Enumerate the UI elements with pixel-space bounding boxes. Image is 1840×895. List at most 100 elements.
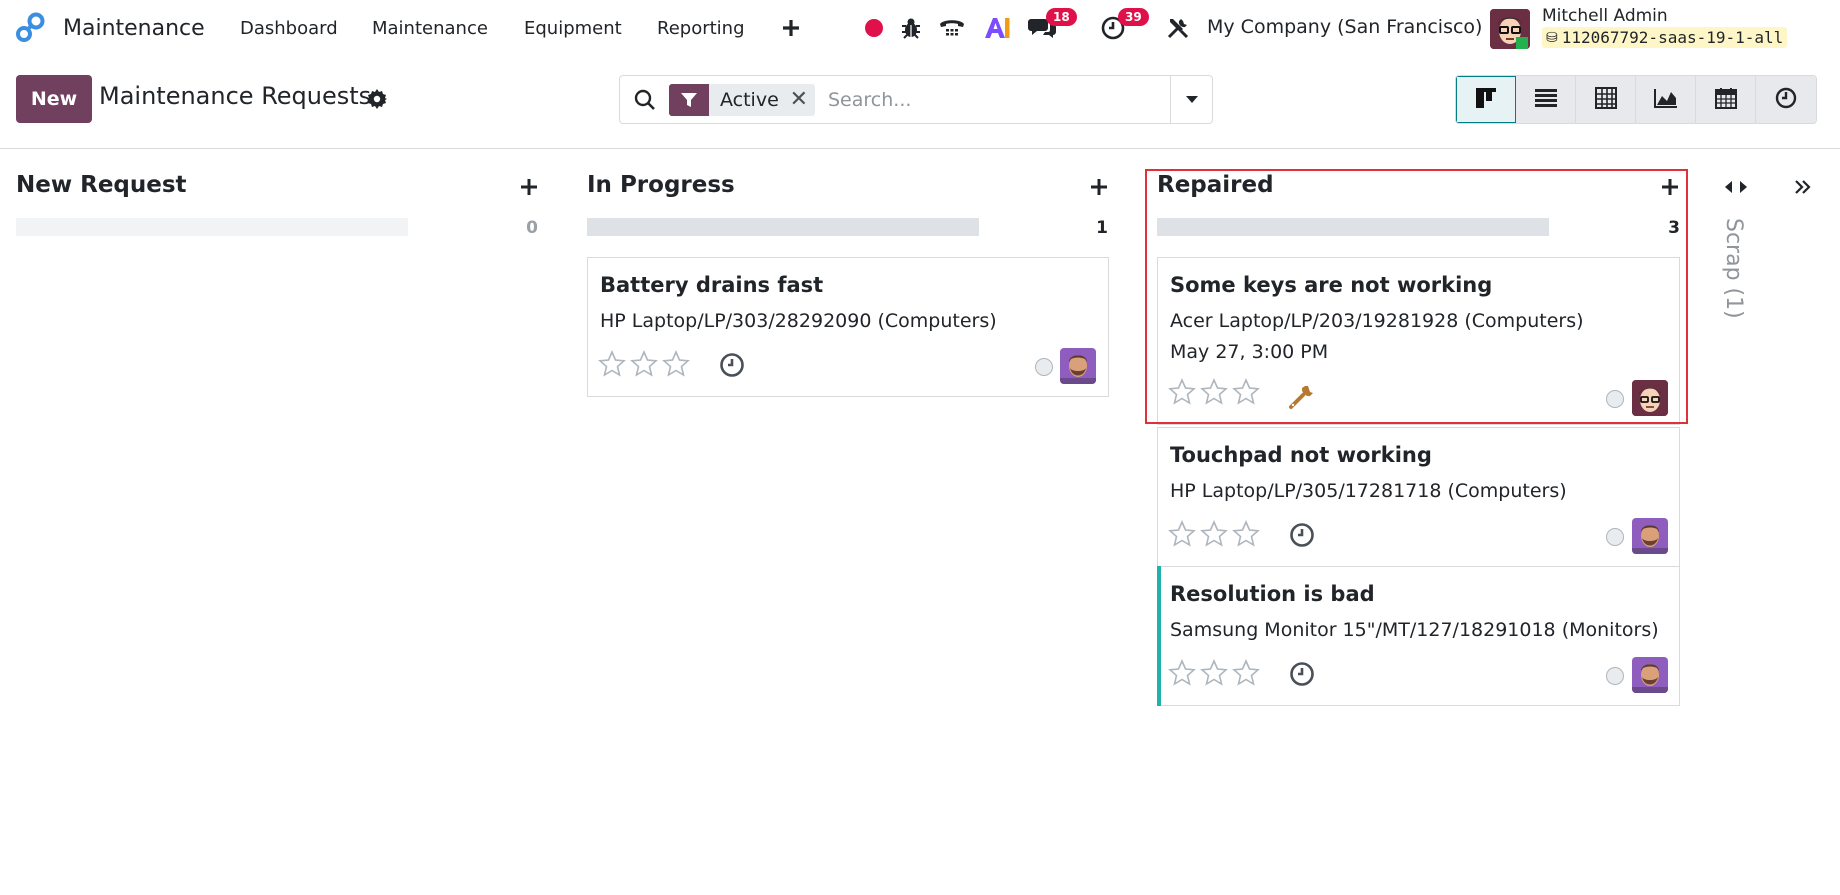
star-icon[interactable] <box>1168 659 1196 687</box>
card-equipment: HP Laptop/LP/303/28292090 (Computers) <box>600 310 997 332</box>
star-icon[interactable] <box>1168 378 1196 406</box>
kanban-card[interactable]: Battery drains fast HP Laptop/LP/303/282… <box>587 257 1109 397</box>
graph-icon <box>1653 88 1678 112</box>
search-input[interactable] <box>828 86 1178 114</box>
card-equipment: Samsung Monitor 15"/MT/127/18291018 (Mon… <box>1170 619 1659 641</box>
star-icon[interactable] <box>1200 520 1228 548</box>
search-options-toggle[interactable] <box>1170 76 1213 123</box>
menu-equipment[interactable]: Equipment <box>524 16 622 40</box>
record-icon[interactable] <box>862 15 886 41</box>
app-logo-icon[interactable] <box>14 11 48 45</box>
facet-remove-icon[interactable]: ✕ <box>789 84 815 116</box>
gear-icon[interactable] <box>367 89 387 109</box>
menu-reporting[interactable]: Reporting <box>657 16 745 40</box>
star-icon[interactable] <box>1232 378 1260 406</box>
view-switcher <box>1455 75 1817 124</box>
assignee-avatar[interactable] <box>1632 380 1668 416</box>
filter-icon <box>669 84 709 116</box>
activity-clock-icon[interactable] <box>1289 522 1315 548</box>
column-count: 0 <box>526 218 538 238</box>
progress-bar[interactable] <box>16 218 408 236</box>
progress-bar[interactable] <box>1157 218 1549 236</box>
progress-bar[interactable] <box>587 218 979 236</box>
activity-clock-icon[interactable] <box>1289 661 1315 687</box>
kanban-state-dot[interactable] <box>1606 390 1624 408</box>
graph-view-button[interactable] <box>1636 76 1696 123</box>
list-view-button[interactable] <box>1516 76 1576 123</box>
activity-view-button[interactable] <box>1756 76 1816 123</box>
search-bar: Active ✕ <box>619 75 1213 124</box>
star-icon[interactable] <box>1200 659 1228 687</box>
column-count: 3 <box>1668 218 1680 238</box>
search-icon[interactable] <box>634 89 656 111</box>
kanban-state-dot[interactable] <box>1035 358 1053 376</box>
kanban-card[interactable]: Resolution is bad Samsung Monitor 15"/MT… <box>1157 566 1680 706</box>
column-title-repaired[interactable]: Repaired <box>1157 172 1274 198</box>
star-icon[interactable] <box>1200 378 1228 406</box>
clock-icon[interactable]: 39 <box>1100 8 1149 41</box>
unfold-arrows-icon[interactable] <box>1724 178 1748 196</box>
double-chevron-right-icon[interactable] <box>1793 178 1813 196</box>
folded-column-label: Scrap (1) <box>1721 218 1746 319</box>
assignee-avatar[interactable] <box>1632 518 1668 554</box>
star-icon[interactable] <box>1232 520 1260 548</box>
folded-column-scrap[interactable]: Scrap (1) <box>1716 218 1752 338</box>
kanban-state-dot[interactable] <box>1606 528 1624 546</box>
quick-create-plus-icon[interactable] <box>520 178 538 196</box>
database-label: 112067792-saas-19-1-all <box>1561 28 1784 47</box>
chat-icon[interactable]: 18 <box>1028 8 1077 41</box>
facet-label: Active <box>720 89 779 111</box>
priority-stars[interactable] <box>1168 378 1260 406</box>
phone-icon[interactable] <box>938 15 966 41</box>
calendar-icon <box>1714 87 1737 113</box>
priority-stars[interactable] <box>1168 659 1260 687</box>
plus-icon[interactable] <box>780 15 802 41</box>
card-title: Some keys are not working <box>1170 273 1493 297</box>
app-name[interactable]: Maintenance <box>63 13 205 43</box>
kanban-card[interactable]: Touchpad not working HP Laptop/LP/305/17… <box>1157 427 1680 567</box>
priority-stars[interactable] <box>598 350 690 378</box>
priority-stars[interactable] <box>1168 520 1260 548</box>
star-icon[interactable] <box>598 350 626 378</box>
company-switcher[interactable]: My Company (San Francisco) <box>1207 16 1482 38</box>
column-title-new-request[interactable]: New Request <box>16 172 187 198</box>
search-facet: Active ✕ <box>669 84 815 116</box>
wrench-icon[interactable] <box>1288 382 1314 409</box>
pivot-icon <box>1594 86 1617 113</box>
messages-badge: 18 <box>1046 8 1077 26</box>
star-icon[interactable] <box>1168 520 1196 548</box>
column-title-in-progress[interactable]: In Progress <box>587 172 735 198</box>
assignee-avatar[interactable] <box>1632 657 1668 693</box>
card-title: Battery drains fast <box>600 273 824 297</box>
menu-dashboard[interactable]: Dashboard <box>240 16 338 40</box>
activity-clock-icon <box>1775 87 1797 113</box>
activities-badge: 39 <box>1118 8 1149 26</box>
top-navbar: Maintenance Dashboard Maintenance Equipm… <box>0 0 1840 56</box>
menu-maintenance[interactable]: Maintenance <box>372 16 488 40</box>
activity-clock-icon[interactable] <box>719 352 745 378</box>
user-avatar[interactable] <box>1490 9 1530 49</box>
card-equipment: HP Laptop/LP/305/17281718 (Computers) <box>1170 480 1567 502</box>
kanban-view-button[interactable] <box>1456 76 1516 123</box>
user-name[interactable]: Mitchell Admin <box>1542 6 1668 26</box>
star-icon[interactable] <box>662 350 690 378</box>
quick-create-plus-icon[interactable] <box>1661 178 1679 196</box>
kanban-card[interactable]: Some keys are not working Acer Laptop/LP… <box>1157 257 1680 425</box>
new-button[interactable]: New <box>16 75 92 123</box>
kanban-state-dot[interactable] <box>1606 667 1624 685</box>
card-title: Resolution is bad <box>1170 582 1375 606</box>
pivot-view-button[interactable] <box>1576 76 1636 123</box>
tools-icon[interactable] <box>1166 15 1190 41</box>
assignee-avatar[interactable] <box>1060 348 1096 384</box>
star-icon[interactable] <box>1232 659 1260 687</box>
caret-down-icon <box>1185 90 1199 109</box>
card-equipment: Acer Laptop/LP/203/19281928 (Computers) <box>1170 310 1584 332</box>
quick-create-plus-icon[interactable] <box>1090 178 1108 196</box>
database-icon: ⛁ <box>1546 29 1558 46</box>
card-schedule-date: May 27, 3:00 PM <box>1170 341 1329 363</box>
ai-icon[interactable] <box>983 15 1011 41</box>
calendar-view-button[interactable] <box>1696 76 1756 123</box>
star-icon[interactable] <box>630 350 658 378</box>
bug-icon[interactable] <box>898 15 924 41</box>
card-title: Touchpad not working <box>1170 443 1432 467</box>
